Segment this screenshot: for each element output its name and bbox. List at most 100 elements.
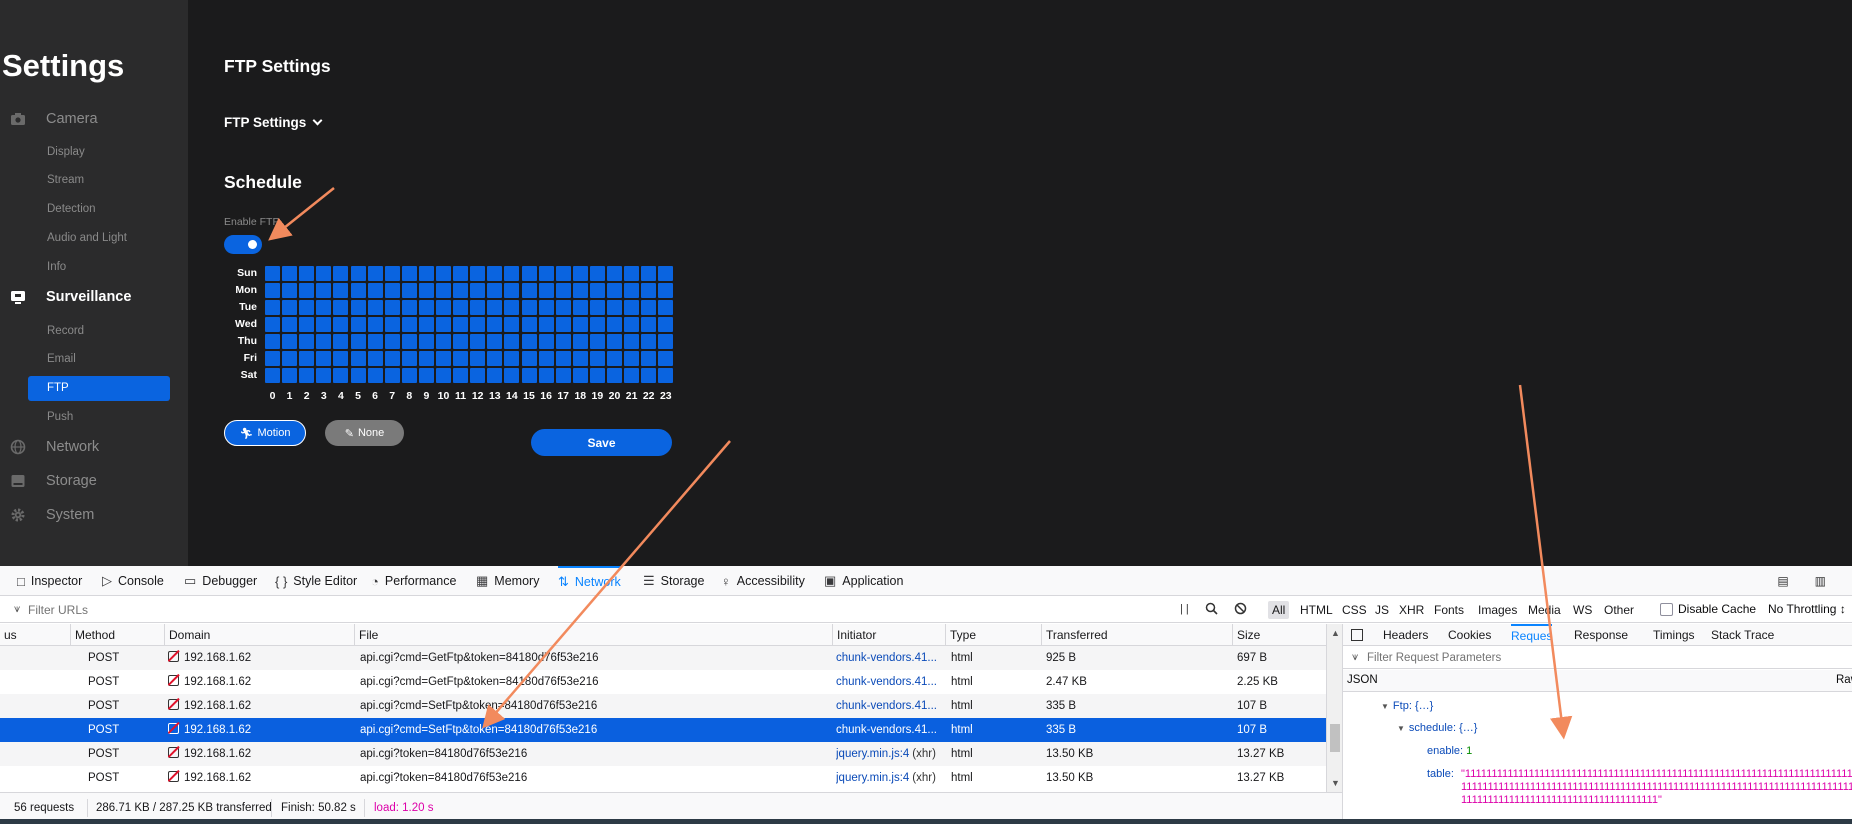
devtools-tab-memory[interactable]: ▦ Memory [476, 566, 539, 596]
schedule-cell[interactable] [470, 283, 486, 298]
schedule-cell[interactable] [350, 300, 366, 315]
schedule-cell[interactable] [521, 351, 537, 366]
schedule-cell[interactable] [589, 368, 605, 383]
request-row[interactable]: POST 192.168.1.62 api.cgi?cmd=SetFtp&token… [0, 694, 1326, 718]
schedule-cell[interactable] [607, 300, 622, 315]
schedule-cell[interactable] [453, 300, 469, 315]
schedule-cell[interactable] [555, 266, 571, 281]
schedule-cell[interactable] [299, 351, 315, 366]
schedule-cell[interactable] [333, 368, 349, 383]
schedule-cell[interactable] [350, 266, 366, 281]
schedule-cell[interactable] [504, 351, 520, 366]
schedule-cell[interactable] [624, 283, 640, 298]
schedule-cell[interactable] [538, 351, 554, 366]
scroll-thumb[interactable] [1330, 724, 1340, 752]
nav-ftp[interactable]: FTP [28, 376, 170, 401]
none-mode-button[interactable]: ✎ None [325, 420, 404, 446]
schedule-cell[interactable] [418, 317, 434, 332]
throttling-select[interactable]: No Throttling ↕ [1768, 602, 1846, 616]
schedule-cell[interactable] [401, 351, 417, 366]
schedule-cell[interactable] [418, 334, 434, 349]
devtools-tab-application[interactable]: ▣ Application [824, 566, 903, 596]
devtools-tab-debugger[interactable]: ▭ Debugger [184, 566, 257, 596]
column-header[interactable]: Type [945, 624, 976, 646]
tree-node-ftp[interactable]: ▼ Ftp: {…} [1381, 700, 1433, 712]
schedule-cell[interactable] [316, 266, 332, 281]
schedule-cell[interactable] [265, 266, 280, 281]
schedule-cell[interactable] [453, 283, 469, 298]
schedule-cell[interactable] [436, 300, 451, 315]
schedule-cell[interactable] [453, 266, 469, 281]
schedule-cell[interactable] [436, 317, 451, 332]
column-header[interactable]: Domain [164, 624, 210, 646]
schedule-cell[interactable] [384, 334, 400, 349]
responsive-mode-icon[interactable]: ▥ [1815, 574, 1826, 588]
schedule-cell[interactable] [624, 300, 640, 315]
devtools-tab-style-editor[interactable]: { } Style Editor [275, 566, 357, 596]
schedule-cell[interactable] [572, 368, 588, 383]
schedule-cell[interactable] [504, 266, 520, 281]
type-filter-other[interactable]: Other [1600, 601, 1638, 619]
schedule-cell[interactable] [504, 317, 520, 332]
schedule-cell[interactable] [299, 300, 315, 315]
nav-record[interactable]: Record [47, 325, 84, 337]
schedule-cell[interactable] [367, 368, 383, 383]
column-header[interactable]: File [354, 624, 378, 646]
schedule-cell[interactable] [282, 266, 298, 281]
schedule-cell[interactable] [418, 351, 434, 366]
schedule-cell[interactable] [367, 266, 383, 281]
devtools-tab-storage[interactable]: ☰ Storage [643, 566, 704, 596]
nav-info[interactable]: Info [47, 261, 66, 273]
nav-push[interactable]: Push [47, 411, 73, 423]
schedule-cell[interactable] [607, 283, 622, 298]
schedule-cell[interactable] [658, 351, 674, 366]
details-tab[interactable]: Response [1574, 624, 1628, 646]
schedule-cell[interactable] [418, 266, 434, 281]
devtools-tab-inspector[interactable]: □ Inspector [17, 566, 82, 596]
filter-request-params-input[interactable] [1367, 649, 1667, 667]
schedule-cell[interactable] [333, 300, 349, 315]
schedule-cell[interactable] [401, 266, 417, 281]
schedule-cell[interactable] [282, 317, 298, 332]
schedule-cell[interactable] [316, 351, 332, 366]
column-header[interactable]: Method [70, 624, 115, 646]
schedule-cell[interactable] [641, 334, 657, 349]
request-row[interactable]: POST 192.168.1.62 api.cgi?cmd=SetFtp&token… [0, 718, 1326, 742]
schedule-cell[interactable] [487, 351, 503, 366]
schedule-cell[interactable] [436, 283, 451, 298]
devtools-tab-accessibility[interactable]: ♀ Accessibility [721, 566, 805, 596]
schedule-cell[interactable] [538, 283, 554, 298]
schedule-cell[interactable] [658, 368, 674, 383]
schedule-cell[interactable] [487, 368, 503, 383]
schedule-cell[interactable] [521, 300, 537, 315]
schedule-cell[interactable] [521, 368, 537, 383]
schedule-cell[interactable] [589, 266, 605, 281]
schedule-cell[interactable] [367, 317, 383, 332]
schedule-cell[interactable] [265, 351, 280, 366]
type-filter-images[interactable]: Images [1474, 601, 1521, 619]
schedule-cell[interactable] [384, 283, 400, 298]
schedule-cell[interactable] [555, 300, 571, 315]
schedule-cell[interactable] [624, 368, 640, 383]
devtools-tab-network[interactable]: ⇅ Network [558, 566, 621, 596]
schedule-cell[interactable] [436, 334, 451, 349]
schedule-cell[interactable] [299, 317, 315, 332]
motion-mode-button[interactable]: 🏃︎ Motion [224, 420, 306, 446]
schedule-cell[interactable] [624, 351, 640, 366]
schedule-cell[interactable] [299, 283, 315, 298]
nav-email[interactable]: Email [47, 353, 76, 365]
schedule-cell[interactable] [453, 334, 469, 349]
schedule-cell[interactable] [607, 334, 622, 349]
nav-network[interactable]: Network [10, 439, 99, 455]
schedule-cell[interactable] [504, 283, 520, 298]
schedule-cell[interactable] [453, 368, 469, 383]
schedule-cell[interactable] [641, 317, 657, 332]
schedule-cell[interactable] [487, 317, 503, 332]
request-table-scrollbar[interactable]: ▲ ▼ [1326, 624, 1342, 792]
schedule-cell[interactable] [316, 334, 332, 349]
schedule-cell[interactable] [453, 351, 469, 366]
schedule-cell[interactable] [401, 283, 417, 298]
schedule-cell[interactable] [555, 317, 571, 332]
schedule-cell[interactable] [350, 283, 366, 298]
schedule-cell[interactable] [265, 317, 280, 332]
